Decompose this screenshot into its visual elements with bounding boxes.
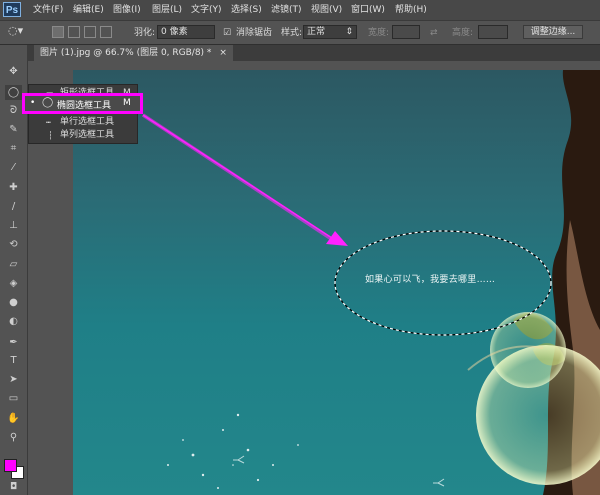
annotation-arrow-shadow: [142, 113, 337, 244]
annotation-overlay: [142, 113, 348, 246]
